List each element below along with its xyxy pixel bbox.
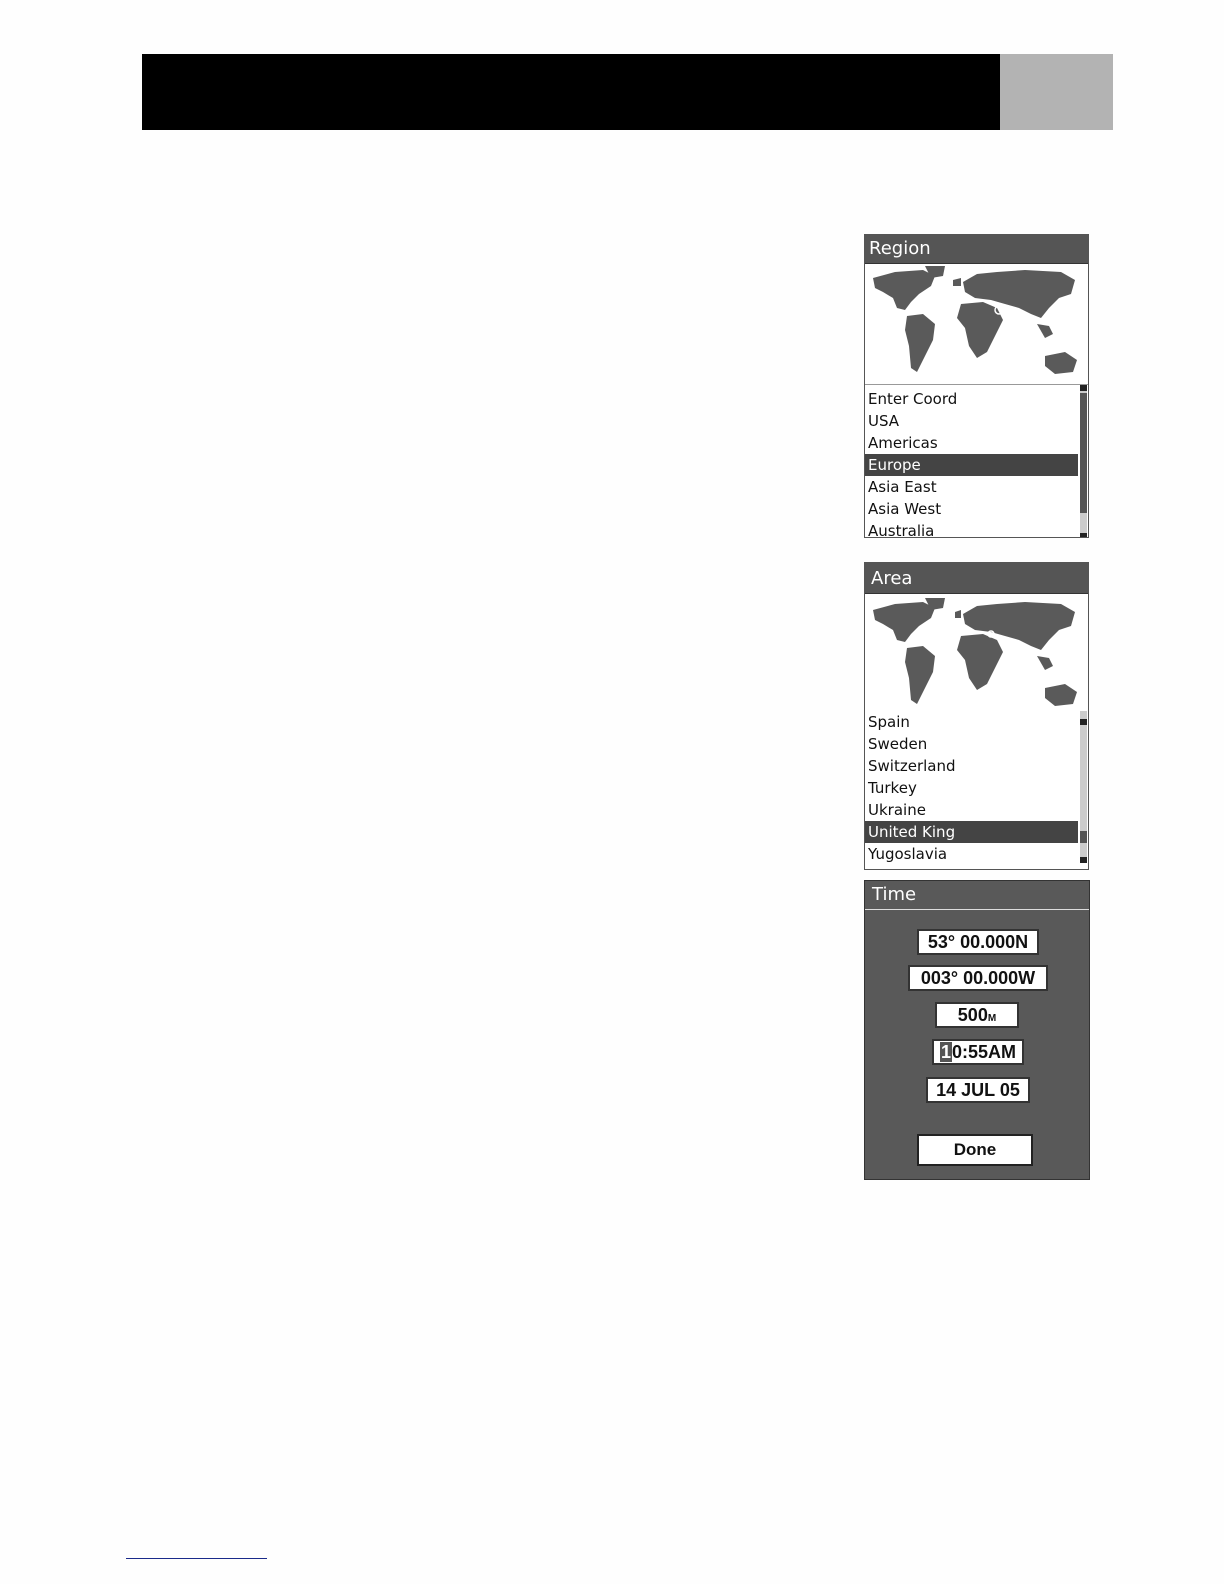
- list-item[interactable]: Asia West: [865, 498, 1078, 520]
- world-map-icon: [873, 266, 1077, 374]
- world-map-icon: [873, 598, 1077, 706]
- area-map: [865, 594, 1088, 719]
- list-item[interactable]: Ukraine: [865, 799, 1078, 821]
- elevation-value: 500: [957, 1005, 988, 1025]
- time-title: Time: [865, 881, 1089, 910]
- elevation-unit: M: [987, 1013, 997, 1024]
- list-item[interactable]: Yugoslavia: [865, 843, 1078, 865]
- footer-divider: [126, 1558, 267, 1559]
- area-scrollbar[interactable]: [1080, 711, 1087, 863]
- list-item[interactable]: Turkey: [865, 777, 1078, 799]
- time-cursor: 1: [939, 1042, 952, 1062]
- region-screen: Region Enter Coord USA Americas Europe A…: [864, 234, 1089, 538]
- area-list[interactable]: Spain Sweden Switzerland Turkey Ukraine …: [865, 711, 1088, 863]
- longitude-field[interactable]: 003° 00.000W: [908, 965, 1048, 991]
- region-title: Region: [865, 235, 1088, 264]
- latitude-field[interactable]: 53° 00.000N: [917, 929, 1039, 955]
- list-item[interactable]: Enter Coord: [865, 388, 1078, 410]
- time-value: 0:55AM: [951, 1042, 1017, 1062]
- list-item[interactable]: Australia: [865, 520, 1078, 537]
- done-button[interactable]: Done: [917, 1134, 1033, 1166]
- list-item[interactable]: USA: [865, 410, 1078, 432]
- region-map: [865, 264, 1088, 385]
- list-item[interactable]: Spain: [865, 711, 1078, 733]
- scroll-up-arrow-icon[interactable]: [1080, 385, 1087, 391]
- date-field[interactable]: 14 JUL 05: [926, 1077, 1030, 1103]
- scroll-up-arrow-icon[interactable]: [1080, 719, 1087, 725]
- scroll-down-arrow-icon[interactable]: [1080, 857, 1087, 863]
- list-item[interactable]: Asia East: [865, 476, 1078, 498]
- time-screen: Time 53° 00.000N 003° 00.000W 500M 10:55…: [864, 880, 1090, 1180]
- scroll-thumb[interactable]: [1080, 831, 1087, 843]
- header-bar: [142, 54, 1000, 130]
- list-item[interactable]: Americas: [865, 432, 1078, 454]
- scroll-down-arrow-icon[interactable]: [1080, 533, 1087, 537]
- region-list[interactable]: Enter Coord USA Americas Europe Asia Eas…: [865, 385, 1088, 537]
- header-tab: [1000, 54, 1113, 130]
- list-item[interactable]: Sweden: [865, 733, 1078, 755]
- region-scrollbar[interactable]: [1080, 385, 1087, 537]
- list-item-selected[interactable]: United King: [865, 821, 1078, 843]
- area-screen: Area Spain Sweden Switzerland Turkey Ukr…: [864, 562, 1089, 870]
- list-item-selected[interactable]: Europe: [865, 454, 1078, 476]
- time-field[interactable]: 10:55AM: [932, 1039, 1024, 1065]
- scroll-thumb[interactable]: [1080, 393, 1087, 513]
- elevation-field[interactable]: 500M: [935, 1002, 1019, 1028]
- area-title: Area: [865, 563, 1088, 594]
- list-item[interactable]: Switzerland: [865, 755, 1078, 777]
